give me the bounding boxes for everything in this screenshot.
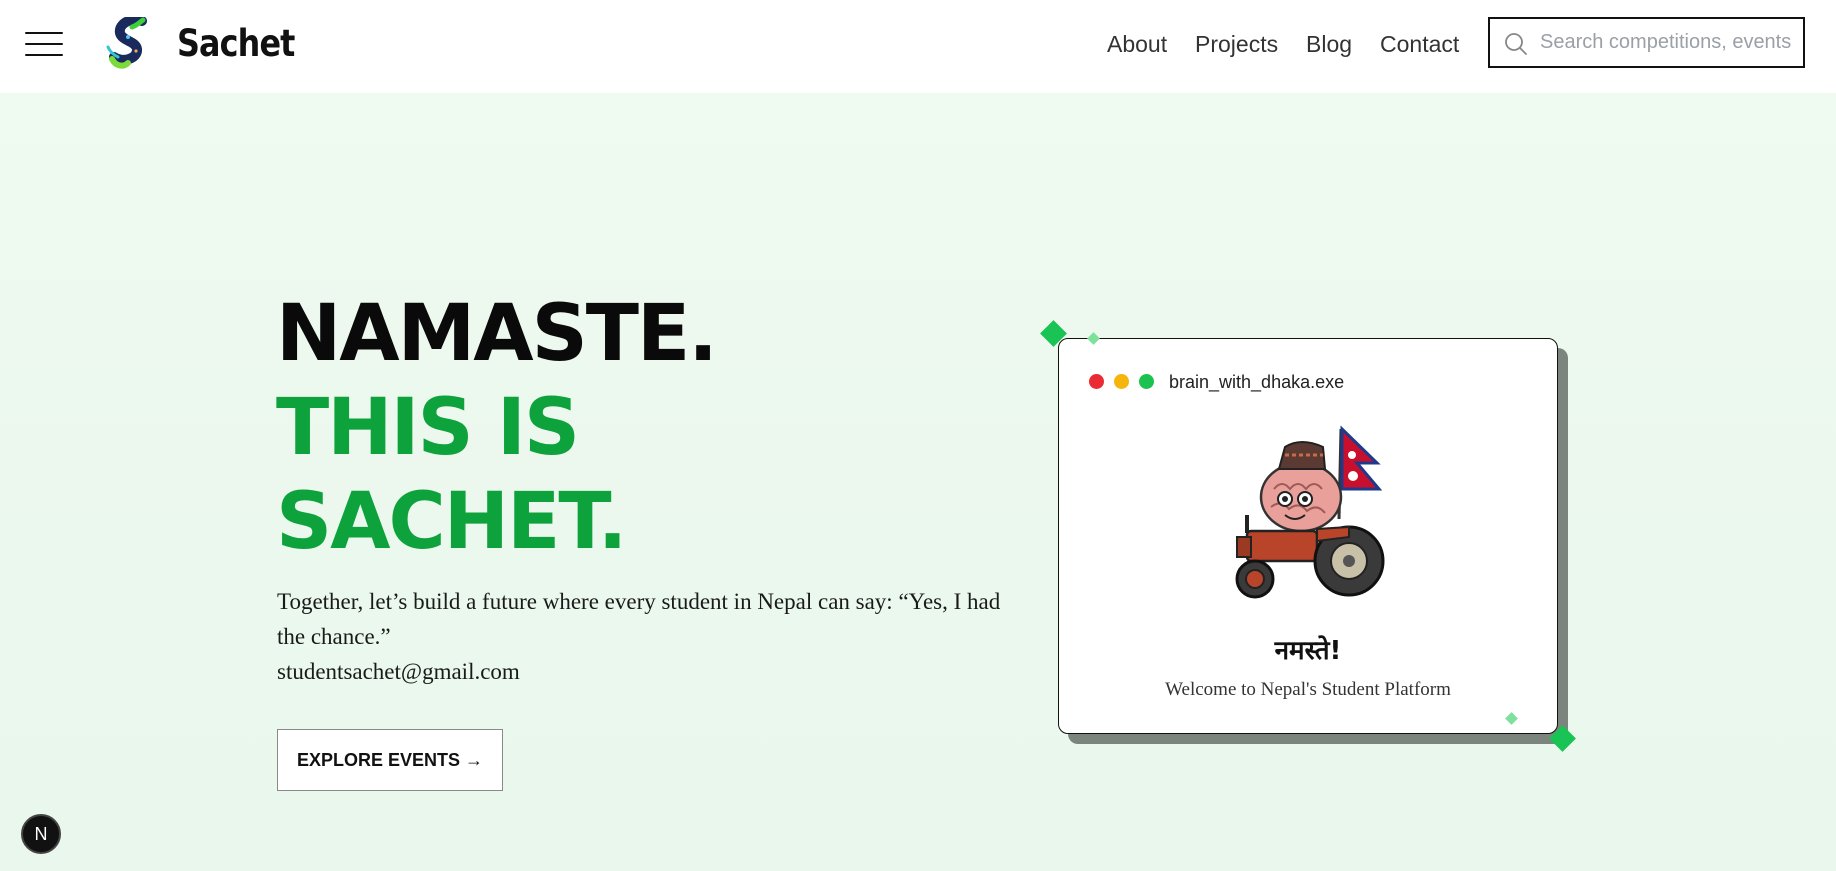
site-header: Sachet About Projects Blog Contact (0, 0, 1836, 93)
headline-line-1: NAMASTE. (276, 289, 718, 379)
brain-tractor-mascot-icon (1235, 425, 1385, 599)
explore-events-button[interactable]: EXPLORE EVENTS → (277, 729, 503, 791)
hamburger-menu-icon[interactable] (25, 32, 63, 56)
search-box[interactable] (1488, 17, 1805, 68)
contact-email: studentsachet@gmail.com (277, 659, 520, 684)
search-input[interactable] (1540, 19, 1798, 66)
nav-about-link[interactable]: About (1107, 27, 1167, 61)
brand-name[interactable]: Sachet (177, 20, 295, 68)
namaste-greeting: नमस्ते! (1274, 636, 1342, 666)
headline-line-2: THIS IS (276, 383, 580, 473)
nextjs-dev-badge[interactable]: N (21, 814, 61, 854)
window-card: brain_with_dhaka.exe नमस्ते! Welcome to … (1058, 338, 1558, 734)
welcome-subtitle: Welcome to Nepal's Student Platform (1165, 679, 1451, 700)
sachet-logo-icon[interactable] (106, 17, 156, 71)
window-close-dot (1089, 374, 1104, 389)
window-title: brain_with_dhaka.exe (1169, 372, 1345, 392)
search-icon (1505, 33, 1527, 55)
nav-blog-link[interactable]: Blog (1306, 27, 1352, 61)
window-minimize-dot (1114, 374, 1129, 389)
nav-projects-link[interactable]: Projects (1195, 27, 1278, 61)
window-maximize-dot (1139, 374, 1154, 389)
nav-contact-link[interactable]: Contact (1380, 27, 1459, 61)
hero-tagline: Together, let’s build a future where eve… (277, 589, 1001, 649)
headline-line-3: SACHET. (276, 477, 627, 567)
